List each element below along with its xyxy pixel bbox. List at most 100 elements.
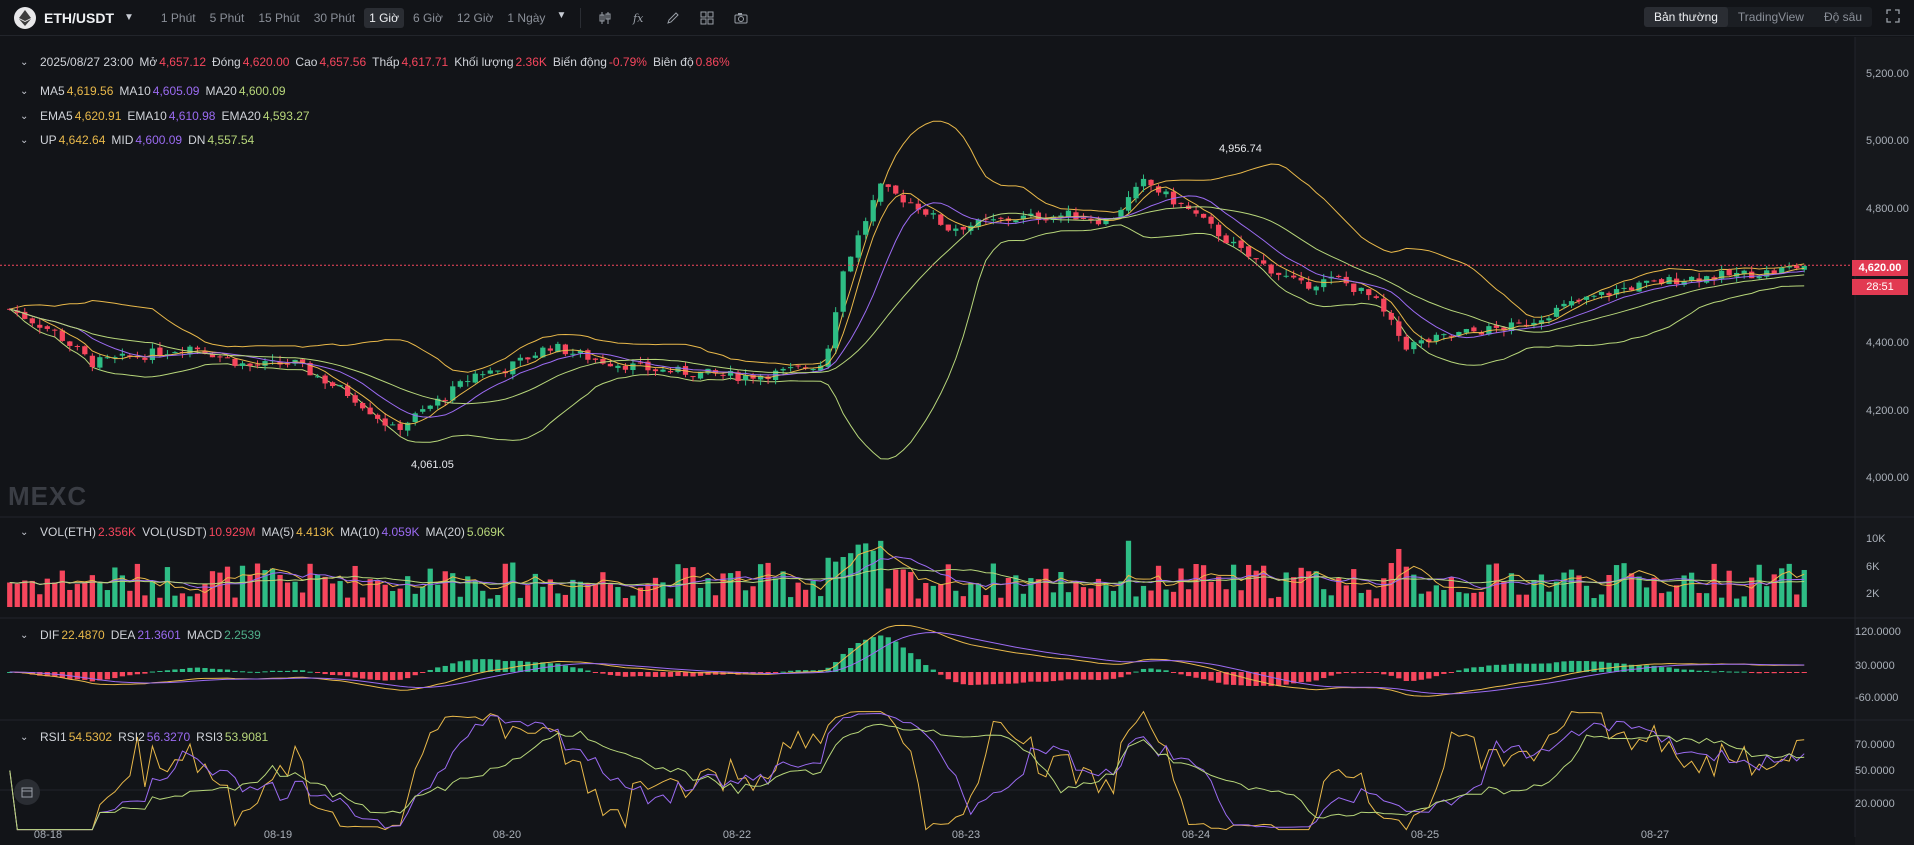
macd-bar: [179, 668, 186, 672]
chevron-down-icon[interactable]: ⌄: [20, 527, 34, 538]
macd-bar: [1351, 672, 1357, 674]
macd-bar: [1230, 672, 1237, 685]
interval-more-icon[interactable]: ▼: [556, 10, 566, 28]
chevron-down-icon[interactable]: ⌄: [20, 111, 34, 122]
macd-bar: [1734, 671, 1740, 673]
macd-bar: [1598, 661, 1605, 672]
interval-1m[interactable]: 1 Phút: [156, 8, 201, 28]
volume-bar: [164, 567, 171, 607]
volume-bar: [427, 568, 433, 607]
candle: [570, 353, 576, 355]
macd-bar: [472, 659, 478, 672]
volume-bar: [14, 583, 20, 607]
macd-bar: [1336, 672, 1342, 674]
macd-bar: [1704, 670, 1710, 672]
interval-6h[interactable]: 6 Giờ: [408, 8, 448, 28]
chevron-down-icon[interactable]: ⌄: [20, 732, 34, 743]
macd-bar: [299, 670, 306, 672]
interval-30m[interactable]: 30 Phút: [309, 8, 360, 28]
layout-grid-icon[interactable]: [697, 8, 717, 28]
volume-bar: [1080, 587, 1087, 607]
vol-legend: ⌄ VOL(ETH) 2.356K VOL(USDT) 10.929M MA(5) 4…: [20, 525, 505, 539]
macd-bar: [1741, 671, 1747, 673]
chevron-down-icon[interactable]: ⌄: [20, 630, 34, 641]
camera-icon[interactable]: [731, 8, 751, 28]
interval-15m[interactable]: 15 Phút: [253, 8, 304, 28]
boll-mid-value: 4,600.09: [135, 133, 183, 147]
macd-bar: [1095, 672, 1102, 681]
candle: [863, 221, 869, 235]
volume-bar: [765, 562, 771, 607]
macd-bar: [780, 671, 786, 673]
chart-tools: fx: [580, 7, 765, 28]
macd-bar: [277, 670, 283, 672]
candle: [630, 363, 636, 370]
toolbar: ETH/USDT ▼ 1 Phút 5 Phút 15 Phút 30 Phút…: [0, 0, 1914, 36]
candle: [720, 374, 726, 376]
candle: [1621, 287, 1627, 289]
chevron-down-icon[interactable]: ▼: [124, 12, 134, 23]
low-marker: 4,061.05: [411, 459, 454, 471]
candle: [1636, 282, 1642, 292]
candle: [833, 312, 839, 349]
candle: [1756, 276, 1762, 279]
chart-canvas[interactable]: [0, 37, 1914, 845]
macd-bar: [1170, 672, 1177, 673]
pair-selector[interactable]: ETH/USDT ▼: [14, 6, 134, 29]
macd-bar: [1501, 664, 1507, 672]
macd-bar: [900, 647, 906, 672]
macd-bar: [375, 672, 381, 681]
volume-bar: [1343, 585, 1349, 607]
macd-bar: [570, 667, 576, 672]
macd-bar: [585, 670, 591, 672]
macd-bar: [562, 665, 568, 672]
candle: [810, 369, 816, 371]
vol-usdt-value: 10.929M: [208, 525, 256, 539]
macd-bar: [1696, 670, 1702, 672]
volume-bar: [82, 582, 88, 607]
candle: [923, 209, 929, 215]
volume-bar: [1163, 589, 1169, 607]
macd-bar: [615, 672, 621, 676]
candle: [1418, 340, 1424, 344]
indicator-icon[interactable]: fx: [629, 8, 649, 28]
view-tradingview[interactable]: TradingView: [1728, 7, 1814, 27]
interval-1h[interactable]: 1 Giờ: [364, 7, 404, 28]
macd-bar: [1358, 672, 1364, 673]
low-value: 4,617.71: [401, 55, 449, 69]
candle: [510, 361, 516, 375]
rsi3-line: [9, 723, 1805, 831]
eth-icon: [14, 6, 36, 29]
interval-5m[interactable]: 5 Phút: [205, 8, 250, 28]
view-depth[interactable]: Độ sâu: [1814, 7, 1872, 27]
candle: [1606, 293, 1612, 296]
boll-lower-line: [9, 224, 1805, 460]
macd-bar: [1110, 672, 1117, 679]
vol-ma5-value: 4.413K: [296, 525, 335, 539]
settings-icon[interactable]: [14, 779, 40, 805]
volume-bar: [1050, 592, 1057, 607]
candle: [607, 363, 614, 367]
view-standard[interactable]: Bản thường: [1643, 7, 1728, 27]
candle: [1561, 303, 1567, 307]
macd-bar: [209, 668, 216, 672]
volume-bar: [307, 563, 313, 607]
volume-bar: [667, 598, 674, 607]
macd-bar: [157, 670, 163, 672]
candle-type-icon[interactable]: [595, 8, 615, 28]
interval-1d[interactable]: 1 Ngày: [502, 8, 550, 28]
candle: [67, 341, 73, 346]
macd-bar: [1448, 672, 1454, 673]
interval-12h[interactable]: 12 Giờ: [452, 8, 499, 28]
macd-bar: [1456, 670, 1462, 672]
macd-bar: [1013, 672, 1019, 684]
candle: [397, 423, 403, 430]
candle: [239, 363, 246, 366]
macd-bar: [1366, 672, 1372, 673]
chevron-down-icon[interactable]: ⌄: [20, 86, 34, 97]
macd-bar: [1298, 672, 1304, 683]
chevron-down-icon[interactable]: ⌄: [20, 135, 34, 146]
chevron-down-icon[interactable]: ⌄: [20, 57, 34, 68]
fullscreen-icon[interactable]: [1886, 9, 1902, 25]
draw-pen-icon[interactable]: [663, 8, 683, 28]
